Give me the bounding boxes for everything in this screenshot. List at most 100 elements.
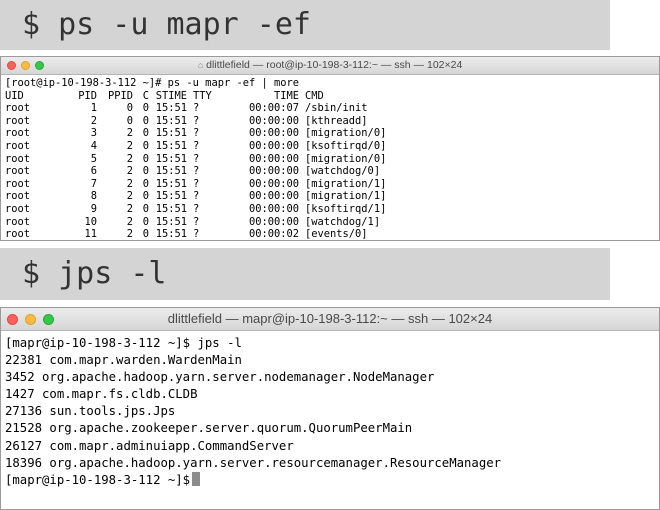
cell-cmd: [events/0] <box>305 228 368 241</box>
terminal-output[interactable]: [mapr@ip-10-198-3-112 ~]$ jps -l 22381 co… <box>1 331 659 489</box>
table-row: root 1 0 0 15:51? 00:00:07/sbin/init <box>5 102 659 115</box>
cell-uid: root <box>5 165 31 178</box>
process-table: UID PID PPID C STIME TTY TIME CMD root 1 0 0 15:51? 0… <box>5 90 659 241</box>
cell-time: 00:00:00 <box>248 202 299 215</box>
table-row: root 3 2 0 15:51? 00:00:00 [migration/0] <box>5 127 659 140</box>
cell-cmd: [migration/1] <box>305 177 387 190</box>
cell-stime: 15:51 <box>155 228 187 241</box>
table-row: root 11 2 0 15:51? 00:00:02 [events/0] <box>5 228 659 241</box>
cell-uid: root <box>5 202 31 215</box>
cell-c: 0 <box>142 127 149 140</box>
cell-uid: root <box>5 152 31 165</box>
cell-cmd: [watchdog/0] <box>305 165 381 178</box>
cell-uid: root <box>5 139 31 152</box>
cell-tty: ? <box>193 139 200 152</box>
cell-c: 0 <box>142 152 149 165</box>
cell-uid: root <box>5 190 31 203</box>
table-row: root 7 2 0 15:51? 00:00:00 [migration/1] <box>5 178 659 191</box>
home-icon: ⌂ <box>197 60 204 70</box>
cell-ppid: PPID <box>107 89 133 102</box>
cell-stime: 15:51 <box>155 127 187 140</box>
terminal-window-ps[interactable]: ⌂ dlittlefield — root@ip-10-198-3-112:~ —… <box>0 56 660 241</box>
cell-uid: root <box>5 127 31 140</box>
cell-time: 00:00:00 <box>248 190 299 203</box>
cell-pid: 8 <box>90 190 97 203</box>
cell-stime: 15:51 <box>155 152 187 165</box>
minimize-icon[interactable] <box>25 313 36 325</box>
cell-ppid: 0 <box>126 114 133 127</box>
terminal-final-prompt[interactable]: [mapr@ip-10-198-3-112 ~]$ <box>5 471 659 489</box>
cell-time: 00:00:00 <box>248 114 299 127</box>
window-titlebar[interactable]: ⌂ dlittlefield — root@ip-10-198-3-112:~ —… <box>1 57 659 75</box>
cell-c: 0 <box>142 228 149 241</box>
zoom-icon[interactable] <box>43 313 54 325</box>
cell-time: 00:00:00 <box>248 177 299 190</box>
cell-c: 0 <box>142 190 149 203</box>
cell-stime: 15:51 <box>155 215 187 228</box>
cell-ppid: 2 <box>126 228 133 241</box>
cell-uid: root <box>5 215 31 228</box>
cursor-block <box>192 471 201 486</box>
window-title: dlittlefield — mapr@ip-10-198-3-112:~ — … <box>167 311 493 326</box>
jps-line: 22381 com.mapr.warden.WardenMain <box>5 353 242 368</box>
terminal-prompt: [root@ip-10-198-3-112 ~]# ps -u mapr -ef… <box>5 77 300 89</box>
cell-ppid: 2 <box>126 165 133 178</box>
jps-output-lines: 22381 com.mapr.warden.WardenMain 3452 org… <box>5 352 659 472</box>
cell-pid: 7 <box>90 177 97 190</box>
cell-tty: ? <box>193 215 200 228</box>
window-title: dlittlefield — root@ip-10-198-3-112:~ — … <box>206 59 463 71</box>
cell-uid: root <box>5 228 31 241</box>
cell-cmd: [watchdog/1] <box>305 215 381 228</box>
cell-tty: ? <box>193 114 200 127</box>
cell-time: 00:00:00 <box>248 127 299 140</box>
window-controls <box>7 308 54 330</box>
cell-stime: 15:51 <box>155 165 187 178</box>
table-row: root 8 2 0 15:51? 00:00:00 [migration/1] <box>5 190 659 203</box>
jps-line: 1427 com.mapr.fs.cldb.CLDB <box>5 387 198 402</box>
minimize-icon[interactable] <box>21 61 30 70</box>
cell-tty: ? <box>193 228 200 241</box>
cell-cmd: [ksoftirqd/0] <box>305 139 387 152</box>
cell-pid: 5 <box>90 152 97 165</box>
zoom-icon[interactable] <box>35 61 44 70</box>
table-header-row: UID PID PPID C STIME TTY TIME CMD <box>5 90 659 103</box>
cell-c: 0 <box>142 165 149 178</box>
cell-c: 0 <box>142 139 149 152</box>
cell-tty: ? <box>193 202 200 215</box>
jps-line: 18396 org.apache.hadoop.yarn.server.reso… <box>5 455 502 470</box>
terminal-window-jps[interactable]: dlittlefield — mapr@ip-10-198-3-112:~ — … <box>0 307 660 510</box>
cell-cmd: /sbin/init <box>305 102 368 115</box>
cell-pid: 3 <box>90 127 97 140</box>
window-titlebar[interactable]: dlittlefield — mapr@ip-10-198-3-112:~ — … <box>1 308 659 331</box>
table-row: root 4 2 0 15:51? 00:00:00 [ksoftirqd/0] <box>5 140 659 153</box>
cell-pid: 1 <box>90 102 97 115</box>
cell-ppid: 2 <box>126 190 133 203</box>
cell-ppid: 0 <box>126 102 133 115</box>
cell-cmd: CMD <box>305 89 324 102</box>
cell-cmd: [ksoftirqd/1] <box>305 202 387 215</box>
cell-time: 00:00:00 <box>248 215 299 228</box>
cell-uid: UID <box>5 89 24 102</box>
terminal-output[interactable]: [root@ip-10-198-3-112 ~]# ps -u mapr -ef… <box>1 75 659 241</box>
table-row: root 10 2 0 15:51? 00:00:00 [watchdog/1] <box>5 216 659 229</box>
cell-stime: 15:51 <box>155 190 187 203</box>
cell-tty: ? <box>193 102 200 115</box>
jps-line: 27136 sun.tools.jps.Jps <box>5 404 176 419</box>
cell-c: 0 <box>142 114 149 127</box>
cell-stime: 15:51 <box>155 114 187 127</box>
cell-pid: 4 <box>90 139 97 152</box>
cell-tty: ? <box>193 165 200 178</box>
cell-stime: 15:51 <box>155 177 187 190</box>
cell-c: 0 <box>142 102 149 115</box>
cell-time: 00:00:07 <box>248 102 299 115</box>
cell-time: 00:00:00 <box>248 152 299 165</box>
cell-cmd: [migration/1] <box>305 190 387 203</box>
cell-ppid: 2 <box>126 215 133 228</box>
cell-ppid: 2 <box>126 202 133 215</box>
close-icon[interactable] <box>7 313 18 325</box>
cell-ppid: 2 <box>126 127 133 140</box>
cell-stime: 15:51 <box>155 102 187 115</box>
cell-tty: ? <box>193 190 200 203</box>
close-icon[interactable] <box>7 61 16 70</box>
cell-tty: TTY <box>193 89 212 102</box>
